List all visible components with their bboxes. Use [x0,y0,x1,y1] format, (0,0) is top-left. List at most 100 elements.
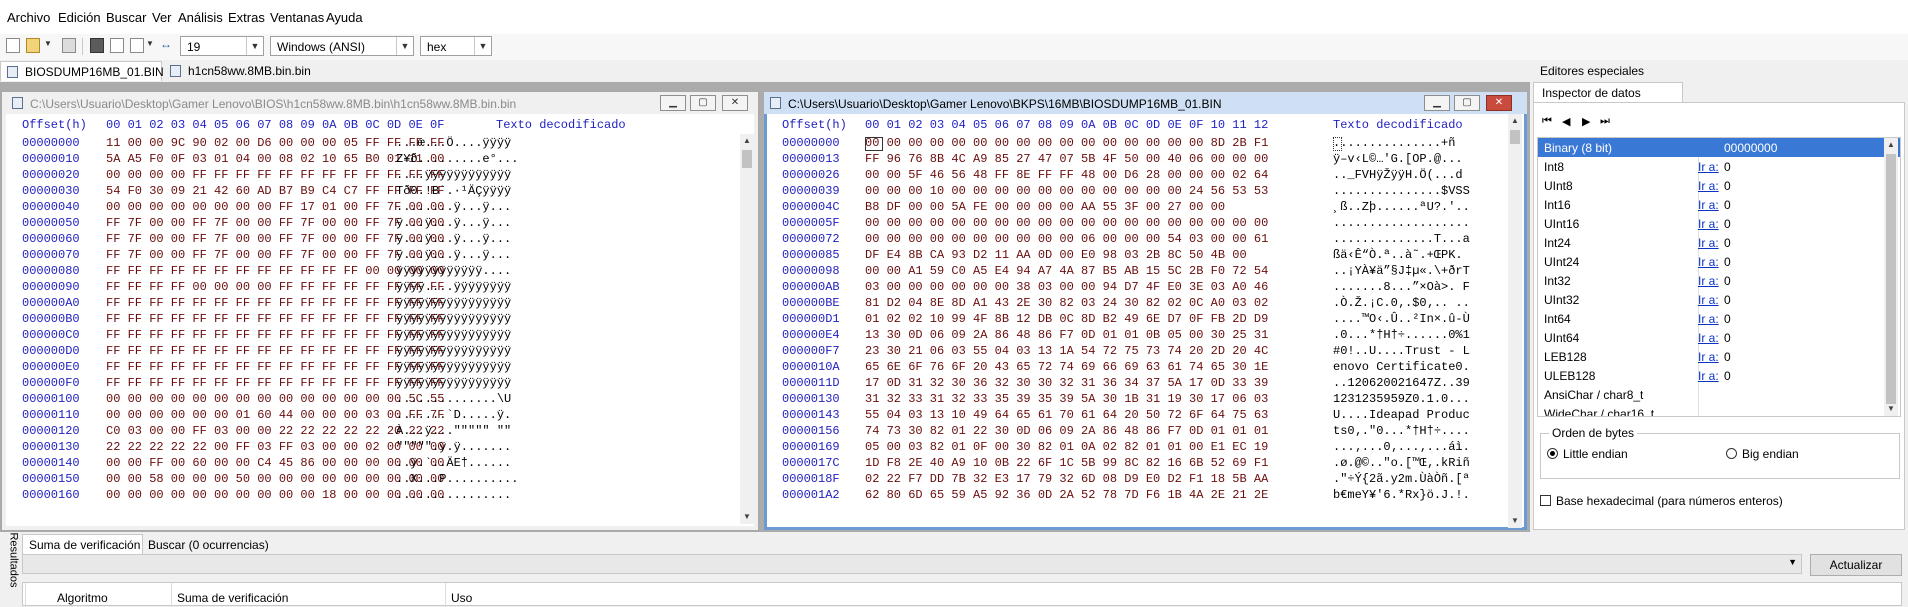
maximize-button[interactable]: ▢ [690,95,716,111]
last-icon[interactable]: ⏭ [1600,115,1610,128]
goto-link[interactable]: Ir a: [1698,331,1719,345]
hex-row[interactable]: 000000C0 FF FF FF FF FF FF FF FF FF FF FF… [22,328,742,343]
hex-row[interactable]: 00000110 00 00 00 00 00 00 01 60 44 00 00… [22,408,742,423]
goto-link[interactable]: Ir a: [1698,312,1719,326]
big-endian-radio[interactable] [1726,448,1737,459]
offset-cell[interactable]: 00000130 [782,392,840,406]
scroll-down-icon[interactable]: ▼ [1884,402,1898,416]
inspector-row[interactable]: UInt64 Ir a: 0 [1538,328,1900,347]
hex-bytes-cell[interactable]: 00 00 00 00 00 00 00 00 00 00 00 00 00 0… [865,216,1268,230]
inspector-row[interactable]: Binary (8 bit) 00000000 [1538,138,1900,157]
hex-bytes-cell[interactable]: 00 00 00 00 00 00 00 00 00 00 06 00 00 0… [865,232,1268,246]
decoded-text-cell[interactable]: .Ò.Ž.¡C.0‚.$0‚.. .. [1333,296,1470,310]
hex-rows[interactable]: 00000000 11 00 00 9C 90 02 00 D6 00 00 00… [22,136,742,524]
hex-row[interactable]: 000000D1 01 02 02 10 99 4F 8B 12 DB 0C 8D… [782,312,1502,327]
chevron-down-icon[interactable]: ▼ [1788,557,1797,567]
decoded-text-cell[interactable]: ."÷Ý{2ã.y2m.ÙàÒñ.[ª [1333,472,1470,486]
inspector-row[interactable]: Int16 Ir a: 0 [1538,195,1900,214]
offset-cell[interactable]: 000000B0 [22,312,80,326]
hex-row[interactable]: 00000169 05 00 03 82 01 0F 00 30 82 01 0A… [782,440,1502,455]
paste-icon[interactable] [130,38,144,53]
hex-row[interactable]: 000000E0 FF FF FF FF FF FF FF FF FF FF FF… [22,360,742,375]
decoded-text-cell[interactable]: ..............T...a [1333,232,1470,246]
hex-bytes-cell[interactable]: 02 22 F7 DD 7B 32 E3 17 79 32 6D 08 D9 E… [865,472,1268,486]
inspector-value[interactable]: 00000000 [1724,141,1777,155]
hex-row[interactable]: 000000D0 FF FF FF FF FF FF FF FF FF FF FF… [22,344,742,359]
hex-row[interactable]: 00000072 00 00 00 00 00 00 00 00 00 00 06… [782,232,1502,247]
hex-row[interactable]: 00000143 55 04 03 13 10 49 64 65 61 70 61… [782,408,1502,423]
hex-bytes-cell[interactable]: 00 00 00 00 00 00 01 60 44 00 00 00 03 0… [106,408,444,422]
offset-cell[interactable]: 00000050 [22,216,80,230]
menu-extras[interactable]: Extras [228,10,265,25]
offset-cell[interactable]: 00000143 [782,408,840,422]
column-algoritmo[interactable]: Algoritmo [57,591,108,605]
inspector-row[interactable]: UInt32 Ir a: 0 [1538,290,1900,309]
hex-row[interactable]: 00000120 C0 03 00 00 FF 03 00 00 22 22 22… [22,424,742,439]
hex-row[interactable]: 0000005F 00 00 00 00 00 00 00 00 00 00 00… [782,216,1502,231]
goto-link[interactable]: Ir a: [1698,369,1719,383]
offset-cell[interactable]: 000001A2 [782,488,840,502]
hex-bytes-cell[interactable]: FF FF FF FF 00 00 00 00 FF FF FF FF FF F… [106,280,444,294]
offset-cell[interactable]: 000000C0 [22,328,80,342]
close-button[interactable]: ✕ [722,95,748,111]
chevron-down-icon[interactable]: ▼ [44,39,52,48]
inspector-row[interactable]: UInt16 Ir a: 0 [1538,214,1900,233]
menu-archivo[interactable]: Archivo [7,10,50,25]
offset-cell[interactable]: 000000F0 [22,376,80,390]
offset-cell[interactable]: 000000E4 [782,328,840,342]
scroll-up-icon[interactable]: ▲ [740,134,754,148]
hex-bytes-cell[interactable]: FF 7F 00 00 FF 7F 00 00 FF 7F 00 00 FF 7… [106,248,444,262]
decoded-text-cell[interactable]: ................ [396,488,511,502]
encoding-combo[interactable]: Windows (ANSI) ▼ [270,36,414,56]
offset-cell[interactable]: 0000011D [782,376,840,390]
goto-link[interactable]: Ir a: [1698,350,1719,364]
hex-bytes-cell[interactable]: FF FF FF FF FF FF FF FF FF FF FF FF FF F… [106,376,444,390]
decoded-text-cell[interactable]: .ø.@©.."o.[™Œ‚.kRiñ [1333,456,1470,470]
hex-row[interactable]: 00000090 FF FF FF FF 00 00 00 00 FF FF FF… [22,280,742,295]
decoded-text-cell[interactable]: .0...*†H†÷......0%1 [1333,328,1470,342]
hex-bytes-cell[interactable]: 00 00 00 00 00 00 00 00 00 00 00 00 00 0… [865,136,1268,150]
hex-row[interactable]: 0000011D 17 0D 31 32 30 36 32 30 30 32 31… [782,376,1502,391]
goto-link[interactable]: Ir a: [1698,236,1719,250]
goto-link[interactable]: Ir a: [1698,293,1719,307]
new-file-icon[interactable] [6,38,20,53]
hex-bytes-cell[interactable]: FF FF FF FF FF FF FF FF FF FF FF FF FF F… [106,296,444,310]
hex-row[interactable]: 0000004C B8 DF 00 00 5A FE 00 00 00 00 AA… [782,200,1502,215]
scroll-up-icon[interactable]: ▲ [1884,138,1898,152]
menu-edicion[interactable]: Edición [58,10,101,25]
inspector-row[interactable]: Int8 Ir a: 0 [1538,157,1900,176]
offset-cell[interactable]: 00000098 [782,264,840,278]
offset-cell[interactable]: 0000018F [782,472,840,486]
hex-bytes-cell[interactable]: DF E4 8B CA 93 D2 11 AA 0D 00 E0 98 03 2… [865,248,1247,262]
update-button[interactable]: Actualizar [1810,554,1902,576]
algorithm-select[interactable]: ▼ [22,554,1802,574]
scroll-up-icon[interactable]: ▲ [1508,114,1522,128]
hex-row[interactable]: 00000098 00 00 A1 59 C0 A5 E4 94 A7 4A 87… [782,264,1502,279]
hex-bytes-cell[interactable]: 00 00 FF 00 60 00 00 C4 45 86 00 00 00 0… [106,456,444,470]
offset-cell[interactable]: 000000E0 [22,360,80,374]
offset-cell[interactable]: 00000080 [22,264,80,278]
decoded-text-cell[interactable]: À...ÿ...""""" "" [396,424,511,438]
hex-row[interactable]: 00000020 00 00 00 00 FF FF FF FF FF FF FF… [22,168,742,183]
inspector-row[interactable]: AnsiChar / char8_t [1538,385,1900,404]
offset-cell[interactable]: 00000156 [782,424,840,438]
decoded-text-cell[interactable]: ..¡YÀ¥ä”§J‡µ«.\+ðrT [1333,264,1470,278]
chevron-down-icon[interactable]: ▼ [246,37,263,55]
hex-bytes-cell[interactable]: FF 96 76 8B 4C A9 85 27 47 07 5B 4F 50 0… [865,152,1268,166]
chevron-down-icon[interactable]: ▼ [474,37,491,55]
hex-row[interactable]: 0000017C 1D F8 2E 40 A9 10 0B 22 6F 1C 5B… [782,456,1502,471]
inspector-row[interactable]: Int24 Ir a: 0 [1538,233,1900,252]
offset-cell[interactable]: 000000D1 [782,312,840,326]
hex-row[interactable]: 00000080 FF FF FF FF FF FF FF FF FF FF FF… [22,264,742,279]
inspector-value[interactable]: 0 [1724,369,1731,383]
decoded-text-cell[interactable]: b€meY¥'6.*Rx}ö.J.!. [1333,488,1470,502]
hex-bytes-cell[interactable]: 00 00 00 00 FF FF FF FF FF FF FF FF FF F… [106,168,444,182]
vertical-scrollbar[interactable]: ▲ ▼ [1508,114,1522,528]
hex-bytes-cell[interactable]: 00 00 58 00 00 00 50 00 00 00 00 00 00 0… [106,472,444,486]
hex-bytes-cell[interactable]: 01 02 02 10 99 4F 8B 12 DB 0C 8D B2 49 6… [865,312,1268,326]
decoded-text-cell[interactable]: ..120620021647Z..39 [1333,376,1470,390]
offset-cell[interactable]: 00000039 [782,184,840,198]
decoded-text-cell[interactable]: ....ÿÿÿÿÿÿÿÿÿÿÿÿ [396,168,511,182]
decoded-text-cell[interactable]: ...œ...Ö....ÿÿÿÿ [396,136,511,150]
save-icon[interactable] [62,38,76,53]
